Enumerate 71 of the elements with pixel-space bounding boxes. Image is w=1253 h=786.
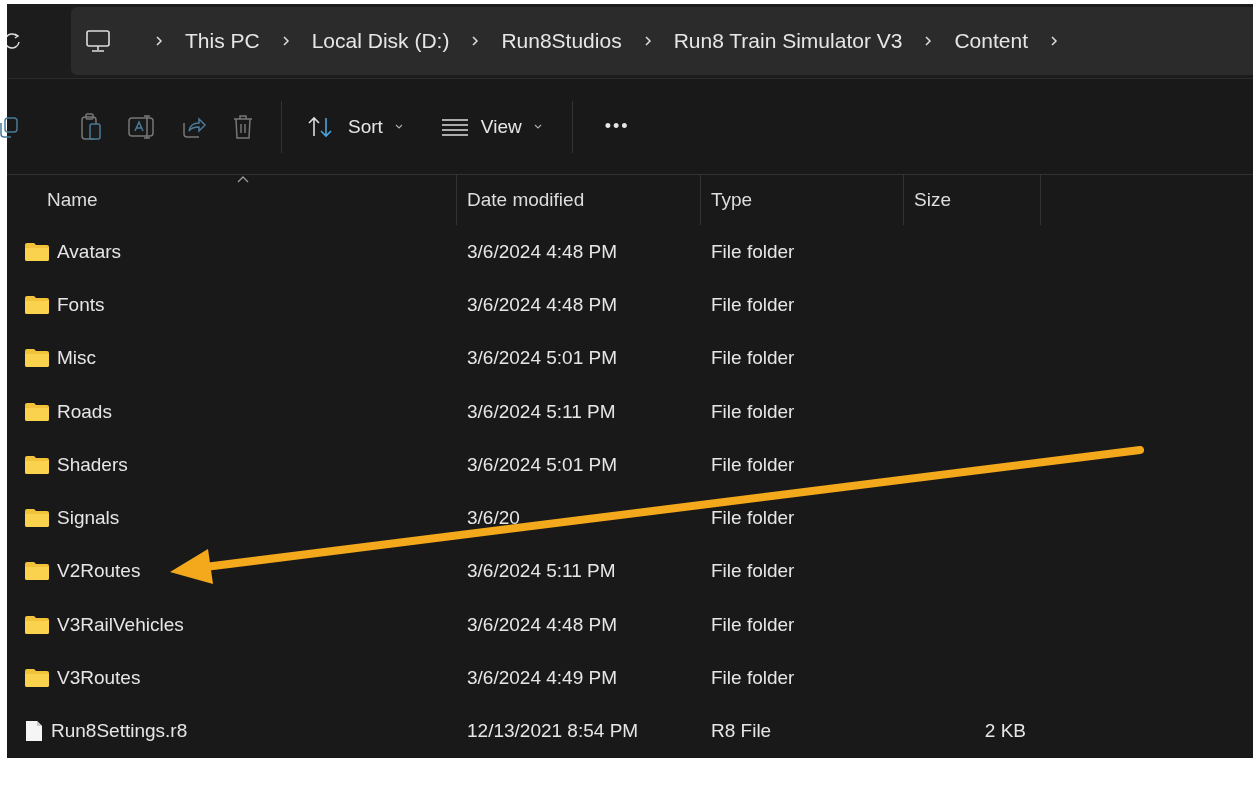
file-name[interactable]: V3RailVehicles [57,613,184,636]
file-type: File folder [711,507,795,530]
breadcrumb-item[interactable]: Local Disk (D:) [311,29,450,53]
chevron-right-icon [281,35,290,47]
more-options-button[interactable]: ••• [586,110,648,143]
file-name[interactable]: Signals [57,507,120,530]
folder-icon [25,615,49,634]
file-type: File folder [711,613,795,636]
folder-icon [25,562,49,581]
file-type: File folder [711,560,795,583]
file-name[interactable]: Misc [57,347,97,370]
file-type: File folder [711,347,795,370]
date-modified: 3/6/2024 4:49 PM [467,667,617,689]
column-header[interactable]: Size [904,175,1041,225]
folder-icon [25,509,49,528]
paste-icon[interactable] [79,111,103,142]
chevron-down-icon [394,123,403,130]
breadcrumb-item[interactable]: Run8Studios [501,29,622,53]
chevron-right-icon [924,35,933,47]
date-modified: 3/6/2024 4:48 PM [467,293,617,316]
file-name[interactable]: V3Routes [57,667,141,689]
file-type: File folder [711,453,795,476]
copy-icon[interactable] [0,114,21,139]
column-header[interactable]: Date modified [457,175,701,225]
folder-icon [25,349,49,368]
column-header[interactable]: Type [701,175,904,225]
file-name[interactable]: Roads [57,400,112,423]
rename-icon[interactable] [127,113,157,140]
sort-caret-icon [237,176,249,183]
file-type: File folder [711,667,795,689]
share-icon[interactable] [181,114,207,139]
file-type: File folder [711,240,795,263]
trash-icon[interactable] [231,112,255,141]
file-type: R8 File [711,720,772,743]
breadcrumb-item[interactable]: Content [954,29,1028,53]
file-name[interactable]: Avatars [57,240,122,263]
date-modified: 3/6/2024 5:01 PM [467,453,617,476]
chevron-right-icon [643,35,652,47]
chevron-right-icon [471,35,480,47]
view-button[interactable]: View [430,109,552,144]
column-header[interactable]: Name [7,175,457,225]
file-name[interactable]: Run8Settings.r8 [51,720,188,743]
folder-icon [25,402,49,421]
date-modified: 3/6/2024 5:11 PM [467,400,616,423]
file-type: File folder [711,400,795,423]
sort-button[interactable]: Sort [296,108,413,145]
date-modified: 3/6/2024 5:11 PM [467,560,616,583]
file-type: File folder [711,293,795,316]
folder-icon [25,242,49,261]
chevron-down-icon [533,123,542,130]
chevron-right-icon [155,35,163,47]
date-modified: 3/6/20 [467,507,520,530]
file-name[interactable]: Fonts [57,293,105,316]
address-bar[interactable]: This PC Local Disk (D:) Run8Studios Run8 Train Simulator V3 Content [71,7,1253,75]
refresh-icon[interactable] [7,32,21,50]
list-icon [440,117,469,136]
chevron-right-icon[interactable] [1050,35,1058,47]
date-modified: 12/13/2021 8:54 PM [467,720,639,743]
date-modified: 3/6/2024 4:48 PM [467,613,617,636]
file-size: 2 KB [984,720,1026,743]
computer-icon[interactable] [85,29,111,53]
file-name[interactable]: Shaders [57,453,128,476]
breadcrumb-item[interactable]: This PC [185,29,260,53]
folder-icon [25,295,49,314]
date-modified: 3/6/2024 4:48 PM [467,240,617,263]
breadcrumb-item[interactable]: Run8 Train Simulator V3 [673,29,903,53]
folder-icon [25,669,49,687]
file-icon [25,720,43,743]
folder-icon [25,455,49,474]
file-name[interactable]: V2Routes [57,560,141,583]
date-modified: 3/6/2024 5:01 PM [467,347,617,370]
